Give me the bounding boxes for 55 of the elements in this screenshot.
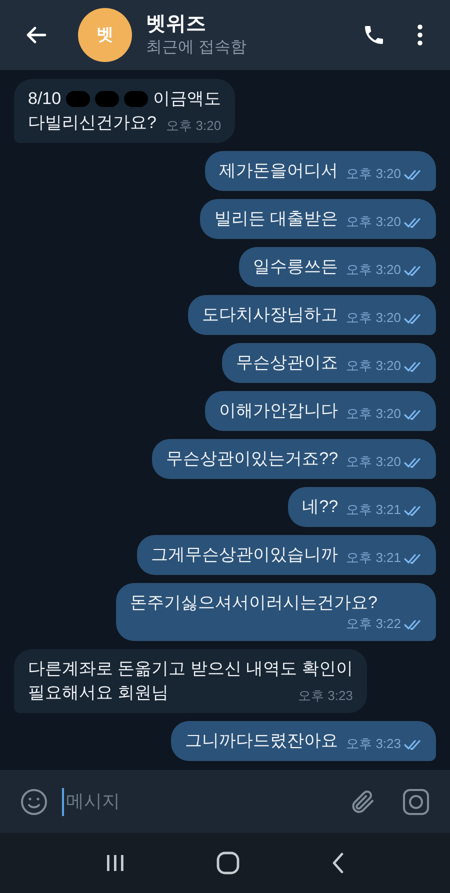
message-text: 이해가안갑니다 xyxy=(219,400,338,422)
message-time: 오후 3:23 xyxy=(298,687,353,705)
camera-icon[interactable] xyxy=(402,788,430,816)
redaction-mark xyxy=(95,91,120,107)
message-text: 그니까다드렸잔아요 xyxy=(185,730,338,752)
redaction-mark xyxy=(124,91,148,107)
message-time: 오후 3:20 xyxy=(346,405,401,423)
message-input-bar[interactable]: 메시지 xyxy=(0,770,450,833)
back-icon[interactable] xyxy=(330,852,345,874)
message-time: 오후 3:20 xyxy=(346,357,401,375)
recent-apps-icon[interactable] xyxy=(105,853,126,873)
message-text: 일수릉쓰든 xyxy=(253,256,338,278)
message-time: 오후 3:20 xyxy=(346,453,401,471)
double-check-icon xyxy=(404,168,422,180)
message-text: 무슨상관이죠 xyxy=(236,352,338,374)
double-check-icon xyxy=(404,408,422,420)
message-time: 오후 3:21 xyxy=(346,549,401,567)
message-text: 빌리든 대출받은 xyxy=(214,208,338,230)
message-time: 오후 3:21 xyxy=(346,501,401,519)
message-text: 네?? xyxy=(302,496,338,518)
message-time: 오후 3:20 xyxy=(346,165,401,183)
double-check-icon xyxy=(404,552,422,564)
double-check-icon xyxy=(404,618,422,630)
avatar: 벳 xyxy=(78,8,132,62)
double-check-icon xyxy=(404,312,422,324)
message-text: 도다치사장님하고 xyxy=(202,304,338,326)
back-arrow-icon xyxy=(25,26,47,44)
contact-name: 벳위즈 xyxy=(146,12,207,37)
phone-icon xyxy=(362,23,386,47)
message-input-field[interactable]: 메시지 xyxy=(62,788,348,816)
message-text: 제가돈을어디서 xyxy=(219,160,338,182)
double-check-icon xyxy=(404,264,422,276)
message-text: 필요해서요 회원님 xyxy=(28,682,169,704)
double-check-icon xyxy=(404,360,422,372)
double-check-icon xyxy=(404,216,422,228)
message-time: 오후 3:20 xyxy=(346,309,401,327)
emoji-icon[interactable] xyxy=(20,788,48,816)
message-time: 오후 3:22 xyxy=(346,615,401,633)
message-time: 오후 3:23 xyxy=(346,735,401,753)
more-options-icon xyxy=(417,24,423,46)
message-time: 오후 3:20 xyxy=(346,213,401,231)
message-time: 오후 3:20 xyxy=(166,117,222,135)
message-text: 8/10 이금액도 xyxy=(28,88,222,110)
redaction-mark xyxy=(66,91,90,107)
message-text: 다빌리신건가요? xyxy=(28,112,156,134)
message-text: 그게무슨상관이있습니까 xyxy=(151,544,338,566)
double-check-icon xyxy=(404,738,422,750)
message-time: 오후 3:20 xyxy=(346,261,401,279)
double-check-icon xyxy=(404,456,422,468)
message-text: 다른계좌로 돈옮기고 받으신 내역도 확인이 xyxy=(28,658,353,680)
message-text: 돈주기싫으셔서이러시는건가요? xyxy=(130,592,378,614)
double-check-icon xyxy=(404,504,422,516)
message-text: 무슨상관이있는거죠?? xyxy=(166,448,338,470)
contact-status: 최근에 접속함 xyxy=(146,38,248,58)
home-icon[interactable] xyxy=(216,851,240,875)
